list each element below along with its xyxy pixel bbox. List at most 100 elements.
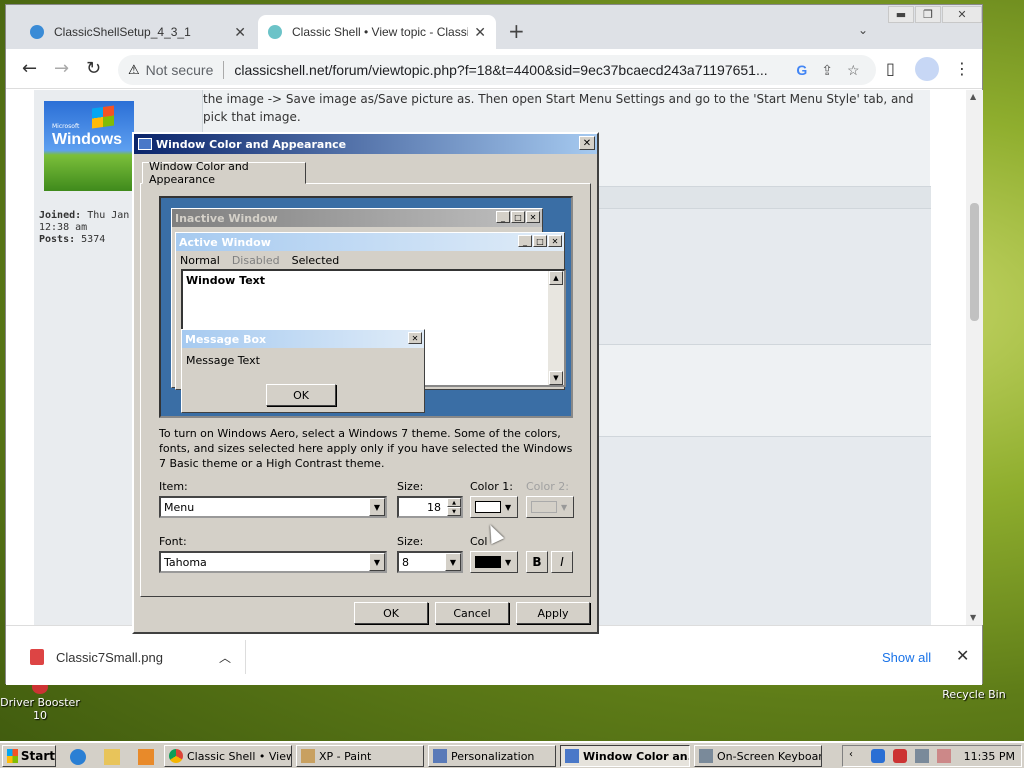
spin-up-icon[interactable]: ▲: [447, 498, 461, 507]
msgbox-ok-button[interactable]: OK: [266, 384, 336, 406]
preview-scrollbar[interactable]: ▲ ▼: [548, 271, 564, 385]
task-onscreen-keyboard[interactable]: On-Screen Keyboard: [694, 745, 822, 767]
tab-classicshellsetup[interactable]: ClassicShellSetup_4_3_1 ✕: [20, 15, 256, 49]
page-scrollbar[interactable]: ▲ ▼: [966, 90, 983, 625]
close-icon[interactable]: ✕: [579, 136, 595, 150]
tab-strip: ClassicShellSetup_4_3_1 ✕ Classic Shell …: [6, 5, 982, 49]
task-window-color[interactable]: Window Color an...: [560, 745, 690, 767]
task-chrome[interactable]: Classic Shell • View...: [164, 745, 292, 767]
security-alert-icon[interactable]: [893, 749, 907, 763]
show-all-link[interactable]: Show all: [882, 650, 931, 665]
network-icon[interactable]: [915, 749, 929, 763]
google-icon[interactable]: G: [796, 62, 807, 78]
user-avatar: Microsoft Windows: [44, 101, 134, 191]
item-size-spinner[interactable]: 18 ▲ ▼: [397, 496, 463, 518]
clock[interactable]: 11:35 PM: [964, 750, 1015, 763]
font-color-button[interactable]: ▼: [470, 551, 518, 573]
message-box-preview[interactable]: Message Box ✕ Message Text OK: [181, 329, 425, 413]
tab-search-chevron-icon[interactable]: ⌄: [858, 23, 868, 37]
apply-button[interactable]: Apply: [516, 602, 590, 624]
color2-button: ▼: [526, 496, 574, 518]
new-tab-icon[interactable]: +: [508, 19, 525, 43]
color1-button[interactable]: ▼: [470, 496, 518, 518]
spinner-buttons[interactable]: ▲ ▼: [447, 498, 461, 516]
star-icon[interactable]: ☆: [847, 62, 860, 79]
font-color-label: Col: [470, 535, 488, 548]
chevron-down-icon[interactable]: ▼: [369, 553, 385, 571]
tab-title: Classic Shell • View topic - Classic: [292, 25, 469, 39]
start-label: Start: [20, 749, 55, 763]
desktop-icon-recycle-bin[interactable]: Recycle Bin: [934, 686, 1014, 701]
warning-icon[interactable]: ⚠: [128, 62, 140, 78]
chevron-down-icon[interactable]: ▼: [369, 498, 385, 516]
tab-panel: Inactive Window _ □ ✕ Active Window _ □ …: [140, 183, 591, 597]
profile-icon[interactable]: [915, 57, 939, 81]
post-body-text: the image -> Save image as/Save picture …: [203, 92, 914, 124]
task-label: On-Screen Keyboard: [717, 749, 822, 763]
menu-selected[interactable]: Selected: [292, 254, 340, 267]
task-paint[interactable]: XP - Paint: [296, 745, 424, 767]
menu-normal[interactable]: Normal: [180, 254, 220, 267]
task-label: XP - Paint: [319, 749, 372, 763]
minimize-icon[interactable]: ▬: [888, 6, 914, 23]
side-panel-icon[interactable]: ▯: [886, 59, 895, 78]
tab-close-icon[interactable]: ✕: [234, 24, 246, 41]
window-color-icon: [565, 749, 579, 763]
file-explorer-icon[interactable]: [104, 749, 120, 765]
volume-muted-icon[interactable]: [937, 749, 951, 763]
internet-explorer-icon[interactable]: [70, 749, 86, 765]
tray-chevron-icon[interactable]: ‹: [849, 749, 863, 763]
bluetooth-icon[interactable]: [871, 749, 885, 763]
maximize-icon: □: [511, 211, 525, 223]
font-size-combo[interactable]: 8 ▼: [397, 551, 463, 573]
scroll-up-icon[interactable]: ▲: [970, 92, 976, 101]
share-icon[interactable]: ⇪: [821, 62, 833, 79]
ok-button[interactable]: OK: [354, 602, 428, 624]
media-player-icon[interactable]: [138, 749, 154, 765]
bold-button[interactable]: B: [526, 551, 548, 573]
tab-classic-shell-forum[interactable]: Classic Shell • View topic - Classic ✕: [258, 15, 496, 49]
color2-swatch: [531, 501, 557, 513]
task-personalization[interactable]: Personalization: [428, 745, 556, 767]
kebab-menu-icon[interactable]: ⋮: [954, 59, 970, 78]
task-label: Personalization: [451, 749, 535, 763]
scroll-thumb[interactable]: [970, 203, 979, 321]
cancel-button[interactable]: Cancel: [435, 602, 509, 624]
preview-menu-bar: Normal Disabled Selected: [176, 251, 564, 269]
color2-label: Color 2:: [526, 480, 569, 493]
color1-swatch: [475, 501, 501, 513]
chevron-down-icon[interactable]: ▼: [445, 553, 461, 571]
font-size-label: Size:: [397, 535, 424, 548]
tab-window-color[interactable]: Window Color and Appearance: [142, 160, 306, 186]
chevron-up-icon[interactable]: ︿: [219, 649, 231, 666]
desktop-icon-driver-booster[interactable]: Driver Booster 10: [0, 680, 80, 722]
maximize-icon[interactable]: ❐: [915, 6, 941, 23]
user-joined: Joined: Thu Jan 0: [39, 210, 142, 221]
appearance-preview[interactable]: Inactive Window _ □ ✕ Active Window _ □ …: [159, 196, 573, 418]
scroll-down-icon[interactable]: ▼: [970, 613, 976, 622]
download-item[interactable]: Classic7Small.png ︿: [20, 640, 246, 674]
taskbar: Start Classic Shell • View... XP - Paint…: [0, 741, 1024, 768]
address-bar[interactable]: ⚠ Not secure classicshell.net/forum/view…: [118, 55, 876, 85]
msgbox-title: Message Box: [185, 332, 267, 346]
font-color-swatch: [475, 556, 501, 568]
font-combo[interactable]: Tahoma ▼: [159, 551, 387, 573]
reload-icon[interactable]: ↻: [86, 58, 101, 79]
color1-label: Color 1:: [470, 480, 513, 493]
item-combo[interactable]: Menu ▼: [159, 496, 387, 518]
italic-button[interactable]: I: [551, 551, 573, 573]
dialog-titlebar[interactable]: Window Color and Appearance: [134, 134, 597, 154]
start-button[interactable]: Start: [2, 745, 56, 767]
url-text[interactable]: classicshell.net/forum/viewtopic.php?f=1…: [234, 62, 782, 78]
spin-down-icon[interactable]: ▼: [447, 507, 461, 516]
browser-toolbar: ← → ↻ ⚠ Not secure classicshell.net/foru…: [6, 49, 982, 89]
tab-close-icon[interactable]: ✕: [474, 24, 486, 41]
close-icon[interactable]: ✕: [942, 6, 982, 23]
user-joined-time: 12:38 am: [39, 222, 88, 233]
back-arrow-icon[interactable]: ←: [22, 58, 37, 79]
active-window-title: Active Window: [179, 235, 271, 249]
window-controls: ▬ ❐ ✕: [887, 6, 982, 23]
forward-arrow-icon[interactable]: →: [54, 58, 69, 79]
menu-disabled[interactable]: Disabled: [232, 254, 280, 267]
close-icon[interactable]: ✕: [956, 646, 969, 665]
